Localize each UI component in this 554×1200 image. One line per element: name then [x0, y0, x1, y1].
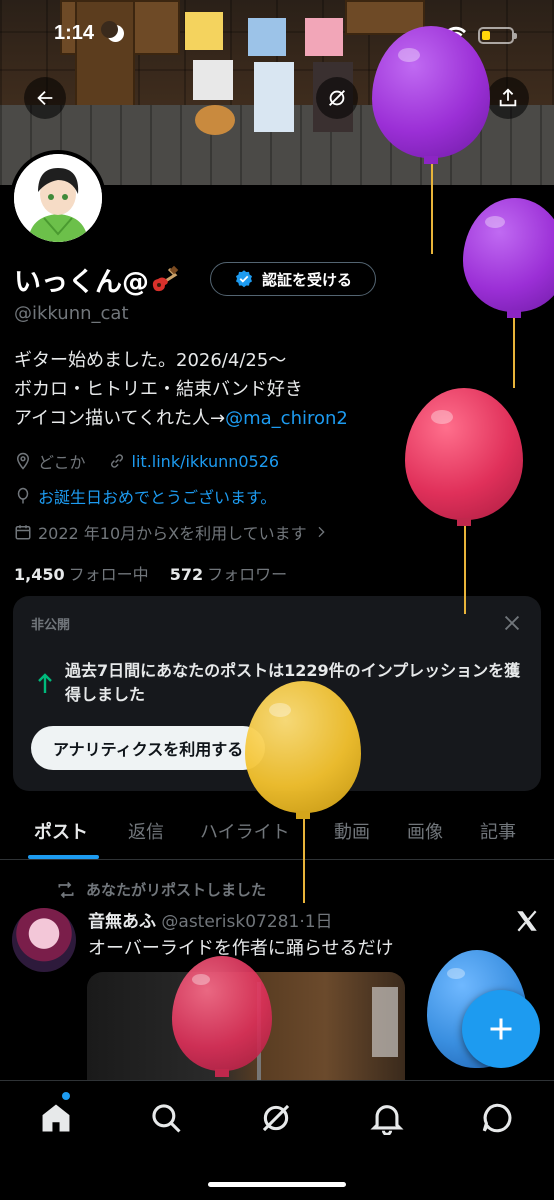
following-count: 1,450	[14, 565, 65, 584]
analytics-button[interactable]: アナリティクスを利用する	[31, 726, 266, 770]
birthday-text[interactable]: お誕生日おめでとうございます。	[38, 484, 276, 508]
home-icon	[42, 1104, 70, 1132]
repost-icon	[58, 881, 74, 898]
following-stat[interactable]: 1,450 フォロー中	[14, 565, 149, 584]
followers-stat[interactable]: 572 フォロワー	[170, 565, 287, 584]
post-time: ·1日	[299, 912, 333, 932]
bio-line: ボカロ・ヒトリエ・結束バンド好き	[14, 379, 303, 400]
grok-icon	[329, 90, 345, 106]
display-name: いっくん@	[14, 260, 179, 299]
balloon-decoration	[172, 956, 274, 1081]
guitar-emoji	[149, 265, 179, 295]
bio-mention-link[interactable]: @ma_chiron2	[225, 408, 348, 429]
profile-avatar[interactable]	[10, 150, 106, 246]
balloon-decoration	[405, 388, 525, 616]
nav-search[interactable]	[149, 1101, 183, 1135]
arrow-up-icon	[38, 673, 52, 693]
display-name-text: いっくん@	[14, 267, 149, 298]
joined-text: 2022 年10月からXを利用しています	[38, 524, 307, 543]
calendar-icon	[15, 525, 31, 540]
nav-notifications[interactable]	[370, 1101, 404, 1136]
website-link[interactable]: lit.link/ikkunn0526	[132, 452, 280, 471]
compose-button[interactable]	[462, 990, 540, 1068]
verified-badge-icon	[235, 270, 252, 288]
grok-button[interactable]	[316, 77, 358, 119]
chevron-right-icon	[318, 526, 325, 538]
nav-messages[interactable]	[480, 1101, 514, 1135]
tab-images[interactable]: 画像	[407, 818, 443, 844]
search-icon	[152, 1104, 181, 1133]
bio-line: アイコン描いてくれた人→@ma_chiron2	[14, 404, 348, 433]
location-pin-icon	[16, 452, 30, 470]
link-icon	[110, 454, 123, 468]
balloon-decoration	[245, 681, 363, 903]
x-logo-icon	[517, 910, 537, 932]
message-icon	[482, 1103, 512, 1133]
moon-icon	[101, 21, 124, 42]
post-author-handle[interactable]: @asterisk07281	[161, 912, 299, 932]
nav-home[interactable]	[39, 1101, 73, 1135]
balloon-decoration	[463, 198, 554, 393]
private-label: 非公開	[31, 618, 71, 633]
followers-label: フォロワー	[207, 565, 288, 584]
location-text: どこか	[38, 453, 86, 472]
share-button[interactable]	[487, 77, 529, 119]
bell-icon	[370, 1105, 404, 1136]
active-tab-indicator	[28, 855, 99, 859]
home-indicator	[208, 1182, 346, 1187]
back-button[interactable]	[24, 77, 66, 119]
grok-icon	[262, 1104, 290, 1132]
followers-count: 572	[169, 565, 204, 584]
post-author-name[interactable]: 音無あふ	[88, 912, 156, 932]
nav-grok[interactable]	[259, 1101, 293, 1135]
following-label: フォロー中	[68, 565, 149, 584]
avatar-image	[14, 154, 102, 242]
bio-line-text: アイコン描いてくれた人→	[14, 408, 226, 429]
profile-meta-joined[interactable]: 2022 年10月からXを利用しています	[14, 520, 335, 544]
profile-bio: ギター始めました。2026/4/25～ ボカロ・ヒトリエ・結束バンド好き アイコ…	[14, 346, 348, 433]
repost-label: あなたがリポストしました	[86, 881, 267, 899]
share-icon	[499, 88, 517, 107]
repost-indicator: あなたがリポストしました	[56, 879, 266, 900]
tab-articles[interactable]: 記事	[480, 818, 516, 844]
banner-bread	[195, 105, 235, 135]
status-time: 1:14	[54, 22, 95, 44]
tab-posts[interactable]: ポスト	[34, 818, 88, 844]
verify-button-label: 認証を受ける	[261, 270, 352, 289]
follow-stats: 1,450 フォロー中 572 フォロワー	[14, 561, 287, 585]
tab-replies[interactable]: 返信	[128, 818, 164, 844]
profile-meta-location: どこか lit.link/ikkunn0526	[14, 449, 279, 473]
post-header: 音無あふ @asterisk07281·1日	[88, 907, 333, 932]
user-handle: @ikkunn_cat	[14, 303, 129, 324]
media-detail	[372, 987, 398, 1057]
arrow-left-icon	[37, 90, 53, 106]
plus-icon	[490, 1018, 512, 1040]
profile-meta-birthday: お誕生日おめでとうございます。	[14, 484, 276, 508]
notification-dot	[62, 1092, 70, 1100]
bio-line: ギター始めました。2026/4/25～	[14, 350, 287, 371]
balloon-icon	[17, 487, 29, 504]
verify-button[interactable]: 認証を受ける	[210, 262, 376, 296]
post-author-avatar[interactable]	[12, 908, 76, 972]
